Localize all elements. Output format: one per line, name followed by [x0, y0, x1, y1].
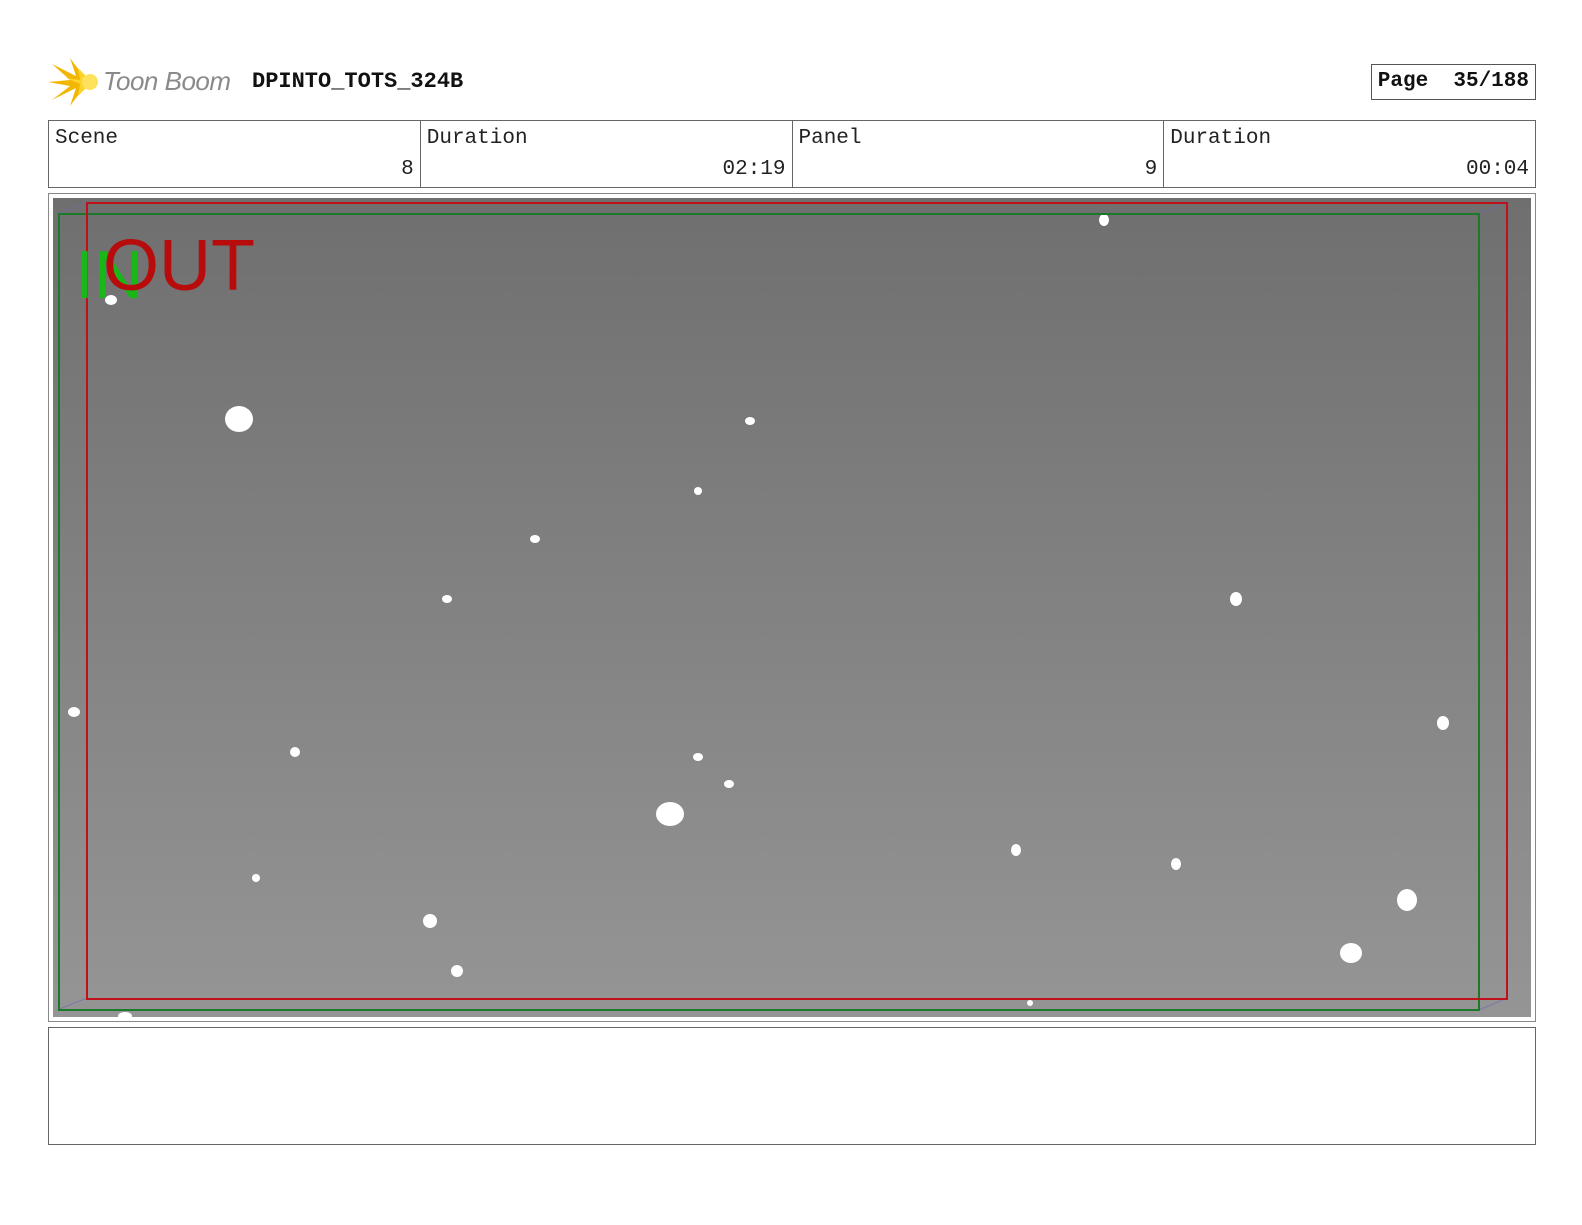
project-title: DPINTO_TOTS_324B: [252, 69, 464, 94]
scene-duration-value: 02:19: [722, 158, 786, 181]
page-indicator: Page 35/188: [1370, 64, 1536, 100]
scene-duration-label: Duration: [426, 127, 528, 150]
panel-label: Panel: [798, 127, 862, 150]
panel-duration-label: Duration: [1170, 127, 1272, 150]
brand-name: Toon Boom: [103, 66, 231, 96]
toon-boom-logo: Toon Boom: [48, 56, 248, 108]
out-marker: OUT: [103, 226, 255, 306]
panel-value: 9: [1144, 158, 1158, 181]
panel-info-table: Scene 8 Duration 02:19 Panel 9 Duration …: [48, 120, 1536, 188]
scene-cell: Scene 8: [49, 121, 420, 187]
panel-notes: [48, 1027, 1536, 1145]
panel-drawing: IN OUT: [53, 198, 1531, 1017]
panel-duration-cell: Duration 00:04: [1163, 121, 1535, 187]
page-header: Toon Boom DPINTO_TOTS_324B Page 35/188: [48, 56, 1536, 108]
storyboard-panel: IN OUT: [48, 193, 1536, 1022]
starburst-icon: [48, 58, 98, 106]
panel-canvas: IN OUT: [53, 198, 1531, 1017]
panel-duration-value: 00:04: [1465, 158, 1529, 181]
scene-label: Scene: [55, 127, 119, 150]
panel-background: [53, 198, 1531, 1017]
scene-value: 8: [401, 158, 414, 181]
scene-duration-cell: Duration 02:19: [419, 121, 792, 187]
panel-cell: Panel 9: [791, 121, 1164, 187]
